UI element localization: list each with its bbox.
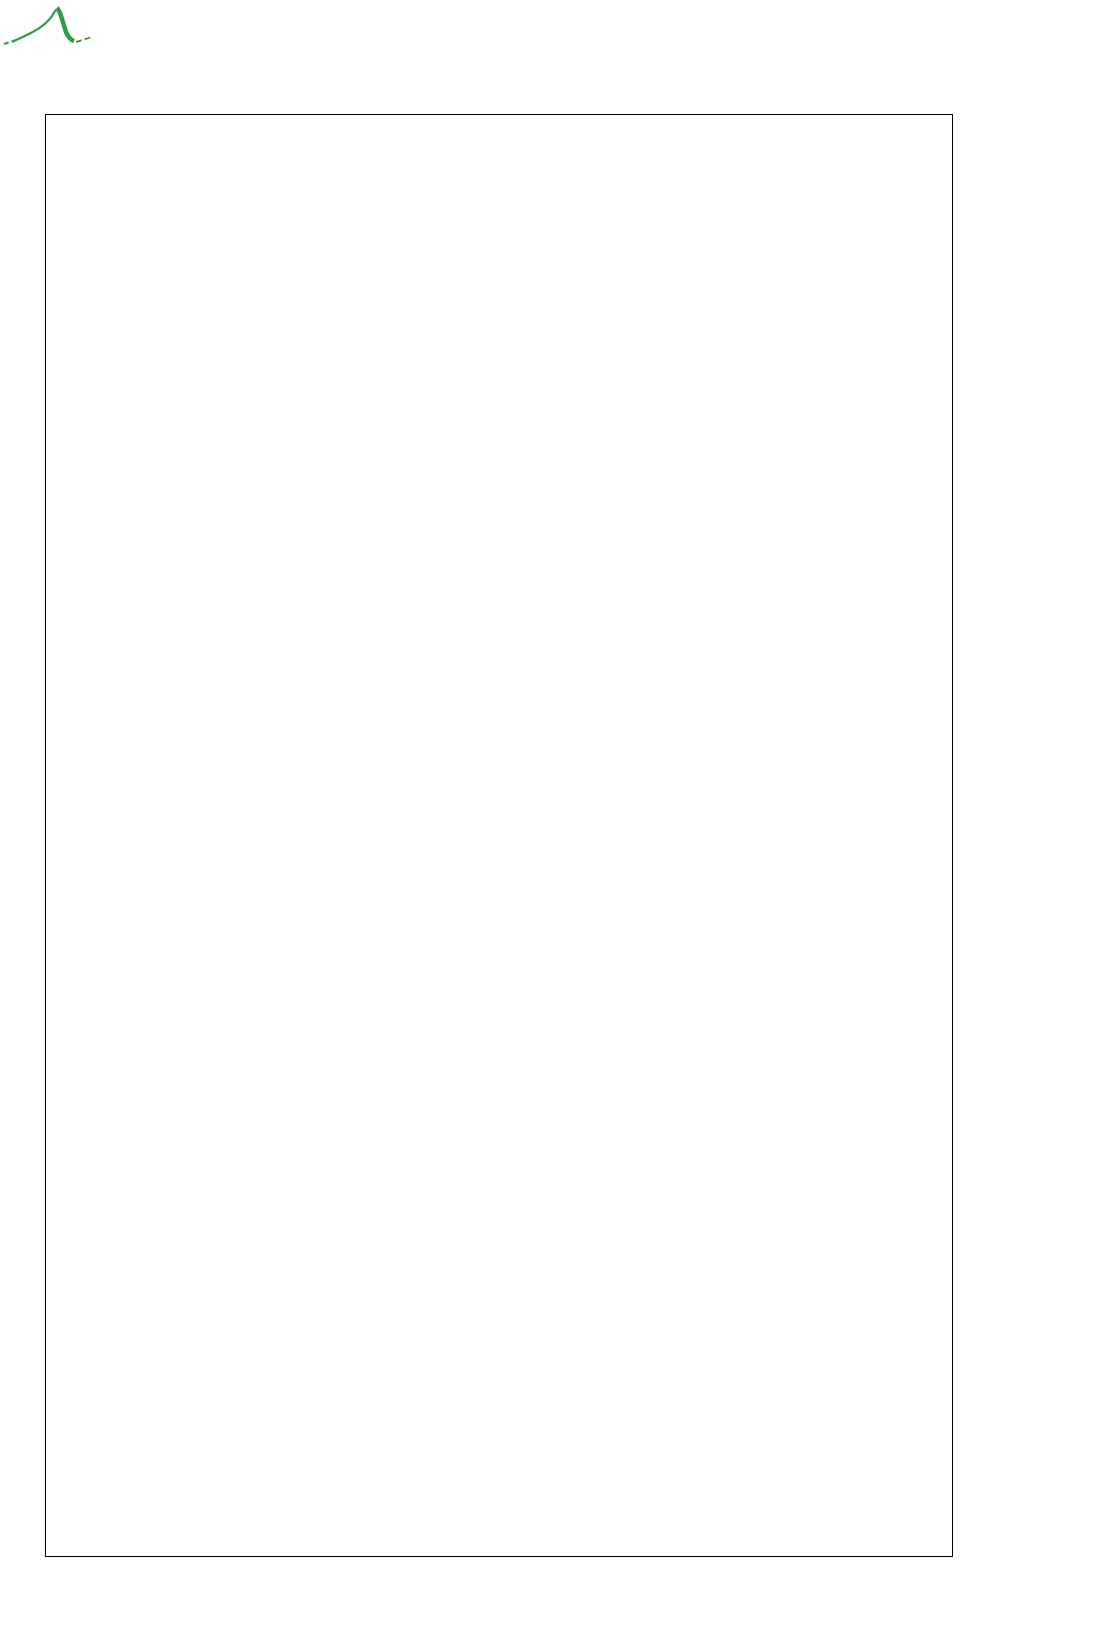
opgc-logo: [3, 6, 93, 45]
logo-mountain-base-right: [75, 36, 93, 43]
spectrogram-page: [0, 0, 1102, 1634]
spectrogram-canvas: [46, 115, 952, 1556]
logo-mountain-slope: [55, 6, 75, 44]
seismogram-trace-canvas: [1016, 115, 1102, 1556]
logo-mountain-ridge: [11, 8, 61, 43]
